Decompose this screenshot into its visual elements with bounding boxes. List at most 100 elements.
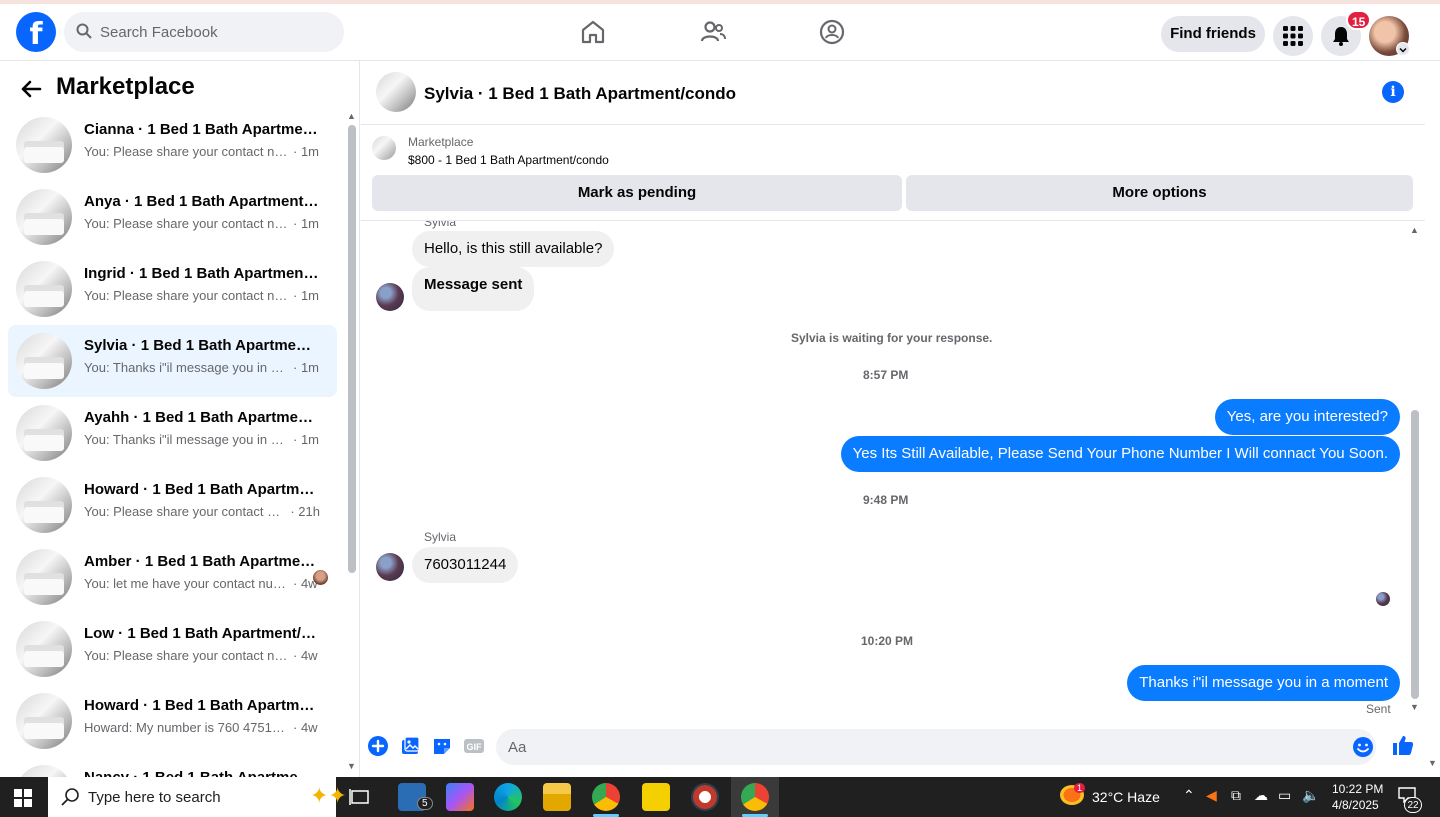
volume-icon[interactable]: 🔈 bbox=[1302, 787, 1319, 804]
preview-time: · 1m bbox=[293, 360, 319, 375]
conversation-item[interactable]: Howard · 1 Bed 1 Bath Apartment/condo You… bbox=[8, 469, 337, 541]
chrome-profile-b-icon[interactable] bbox=[741, 783, 769, 811]
sticker-icon[interactable] bbox=[431, 735, 453, 757]
page-scroll-down-arrow-icon[interactable]: ▼ bbox=[1428, 758, 1437, 768]
conversation-item[interactable]: Howard · 1 Bed 1 Bath Apartment/condo How… bbox=[8, 685, 337, 757]
facebook-logo[interactable]: f bbox=[16, 12, 56, 52]
sender-avatar[interactable] bbox=[376, 283, 404, 311]
sender-avatar[interactable] bbox=[376, 553, 404, 581]
search-box[interactable] bbox=[64, 12, 344, 52]
incoming-message[interactable]: 7603011244 bbox=[412, 547, 519, 583]
sticky-notes-icon[interactable] bbox=[642, 783, 670, 811]
sender-name: Sylvia bbox=[424, 221, 457, 229]
message-input[interactable] bbox=[508, 729, 1338, 765]
preview-text: You: Please share your contact number bbox=[84, 648, 289, 663]
preview-time: · 1m bbox=[293, 288, 319, 303]
conversation-preview: You: Please share your contact number · 4… bbox=[84, 648, 320, 663]
outgoing-message[interactable]: Yes Its Still Available, Please Send You… bbox=[840, 436, 1400, 472]
conversation-item[interactable]: Anya · 1 Bed 1 Bath Apartment/condo You: … bbox=[8, 181, 337, 253]
copilot-app-icon[interactable] bbox=[446, 783, 474, 811]
conversation-name: Ingrid · 1 Bed 1 Bath Apartment/condo bbox=[84, 265, 320, 282]
gif-icon[interactable]: GIF bbox=[463, 735, 485, 757]
conversation-item[interactable]: Sylvia · 1 Bed 1 Bath Apartment/condo You… bbox=[8, 325, 337, 397]
meet-now-icon[interactable]: ⧉ bbox=[1231, 787, 1241, 804]
conversation-preview: You: Please share your contact number · 1… bbox=[84, 216, 320, 231]
conversation-item[interactable]: Ingrid · 1 Bed 1 Bath Apartment/condo You… bbox=[8, 253, 337, 325]
preview-text: Howard: My number is 760 4751920 bbox=[84, 720, 289, 735]
conversation-item[interactable]: Nancy · 1 Bed 1 Bath Apartment/condo bbox=[8, 757, 337, 777]
timestamp: 9:48 PM bbox=[863, 493, 909, 507]
emoji-icon[interactable] bbox=[1352, 736, 1374, 758]
timestamp: 8:57 PM bbox=[863, 368, 909, 382]
groups-icon[interactable] bbox=[818, 18, 846, 46]
listing-thumbnail[interactable] bbox=[372, 136, 396, 160]
task-view-icon[interactable] bbox=[346, 783, 374, 811]
like-thumbs-up-icon[interactable] bbox=[1391, 733, 1415, 757]
preview-time: · 4w bbox=[293, 720, 318, 735]
conversation-item[interactable]: Ayahh · 1 Bed 1 Bath Apartment/condo You:… bbox=[8, 397, 337, 469]
taskbar-search[interactable]: Type here to search ✦✦ bbox=[48, 777, 347, 817]
scroll-up-arrow-icon[interactable]: ▲ bbox=[347, 111, 356, 121]
file-explorer-icon[interactable] bbox=[543, 783, 571, 811]
chrome-profile-a-icon[interactable] bbox=[592, 783, 620, 811]
menu-button[interactable] bbox=[1273, 16, 1313, 56]
listing-thumbnail bbox=[16, 621, 72, 677]
scroll-down-arrow-icon[interactable]: ▼ bbox=[347, 761, 356, 771]
timestamp: 10:20 PM bbox=[861, 634, 914, 648]
conversation-item[interactable]: Low · 1 Bed 1 Bath Apartment/condo You: P… bbox=[8, 613, 337, 685]
chat-avatar[interactable] bbox=[376, 72, 416, 112]
incoming-message[interactable]: Hello, is this still available? bbox=[412, 231, 615, 267]
conversation-item[interactable]: Amber · 1 Bed 1 Bath Apartment/condo You:… bbox=[8, 541, 337, 613]
windows-start-icon[interactable] bbox=[14, 789, 32, 807]
onedrive-cloud-icon[interactable]: ☁ bbox=[1254, 787, 1268, 804]
thread-scrollbar[interactable] bbox=[1411, 410, 1419, 699]
mark-as-pending-button[interactable]: Mark as pending bbox=[372, 175, 902, 211]
preview-time: · 1m bbox=[293, 216, 319, 231]
conversation-item[interactable]: Cianna · 1 Bed 1 Bath Apartment/condo You… bbox=[8, 109, 337, 181]
listing-thumbnail bbox=[16, 765, 72, 777]
outgoing-message[interactable]: Thanks i"il message you in a moment bbox=[1127, 665, 1400, 701]
speaker-muted-icon[interactable]: ◀ bbox=[1206, 787, 1217, 804]
app-icon[interactable] bbox=[691, 783, 719, 811]
find-friends-button[interactable]: Find friends bbox=[1161, 16, 1265, 52]
listing-category: Marketplace bbox=[408, 135, 474, 149]
conversation-preview: You: Thanks i"il message you in a moment… bbox=[84, 360, 320, 375]
preview-time: · 1m bbox=[293, 432, 319, 447]
account-chevron-down-icon[interactable] bbox=[1396, 42, 1410, 56]
preview-time: · 1m bbox=[293, 144, 319, 159]
photo-icon[interactable] bbox=[399, 735, 421, 757]
conversation-preview: You: Please share your contact number · 1… bbox=[84, 144, 320, 159]
edge-browser-icon[interactable] bbox=[494, 783, 522, 811]
search-input[interactable] bbox=[100, 12, 336, 52]
tray-chevron-up-icon[interactable]: ⌃ bbox=[1183, 787, 1195, 804]
info-icon[interactable]: i bbox=[1382, 81, 1404, 103]
back-arrow-icon[interactable] bbox=[20, 79, 42, 99]
chat-title[interactable]: Sylvia · 1 Bed 1 Bath Apartment/condo bbox=[424, 84, 736, 104]
friends-icon[interactable] bbox=[699, 18, 727, 46]
copilot-sparkle-icon[interactable]: ✦✦ bbox=[310, 783, 347, 809]
listing-thumbnail bbox=[16, 261, 72, 317]
incoming-message[interactable]: Message sent bbox=[412, 267, 535, 311]
listing-thumbnail bbox=[16, 693, 72, 749]
sidebar-scrollbar[interactable] bbox=[348, 125, 356, 573]
outgoing-message[interactable]: Yes, are you interested? bbox=[1214, 399, 1400, 435]
system-clock[interactable]: 10:22 PM 4/8/2025 bbox=[1332, 781, 1383, 813]
message-input-box[interactable] bbox=[496, 729, 1376, 765]
message-composer: GIF bbox=[361, 725, 1425, 769]
clock-date: 4/8/2025 bbox=[1332, 798, 1379, 812]
scroll-up-arrow-icon[interactable]: ▲ bbox=[1410, 225, 1419, 235]
listing-thumbnail bbox=[16, 405, 72, 461]
task-badge: 5 bbox=[417, 797, 433, 810]
listing-price[interactable]: $800 - 1 Bed 1 Bath Apartment/condo bbox=[408, 153, 609, 167]
page-scrollbar[interactable]: ▼ bbox=[1425, 61, 1440, 777]
more-options-button[interactable]: More options bbox=[906, 175, 1413, 211]
network-icon[interactable]: ▭ bbox=[1278, 787, 1291, 804]
conversation-name: Nancy · 1 Bed 1 Bath Apartment/condo bbox=[84, 769, 320, 777]
taskbar-search-label: Type here to search bbox=[88, 789, 221, 806]
home-icon[interactable] bbox=[579, 18, 607, 46]
preview-text: You: Please share your contact number bbox=[84, 288, 289, 303]
menu-grid-icon bbox=[1283, 26, 1303, 46]
weather-text[interactable]: 32°C Haze bbox=[1092, 789, 1160, 805]
scroll-down-arrow-icon[interactable]: ▼ bbox=[1410, 702, 1419, 712]
plus-icon[interactable] bbox=[367, 735, 389, 757]
